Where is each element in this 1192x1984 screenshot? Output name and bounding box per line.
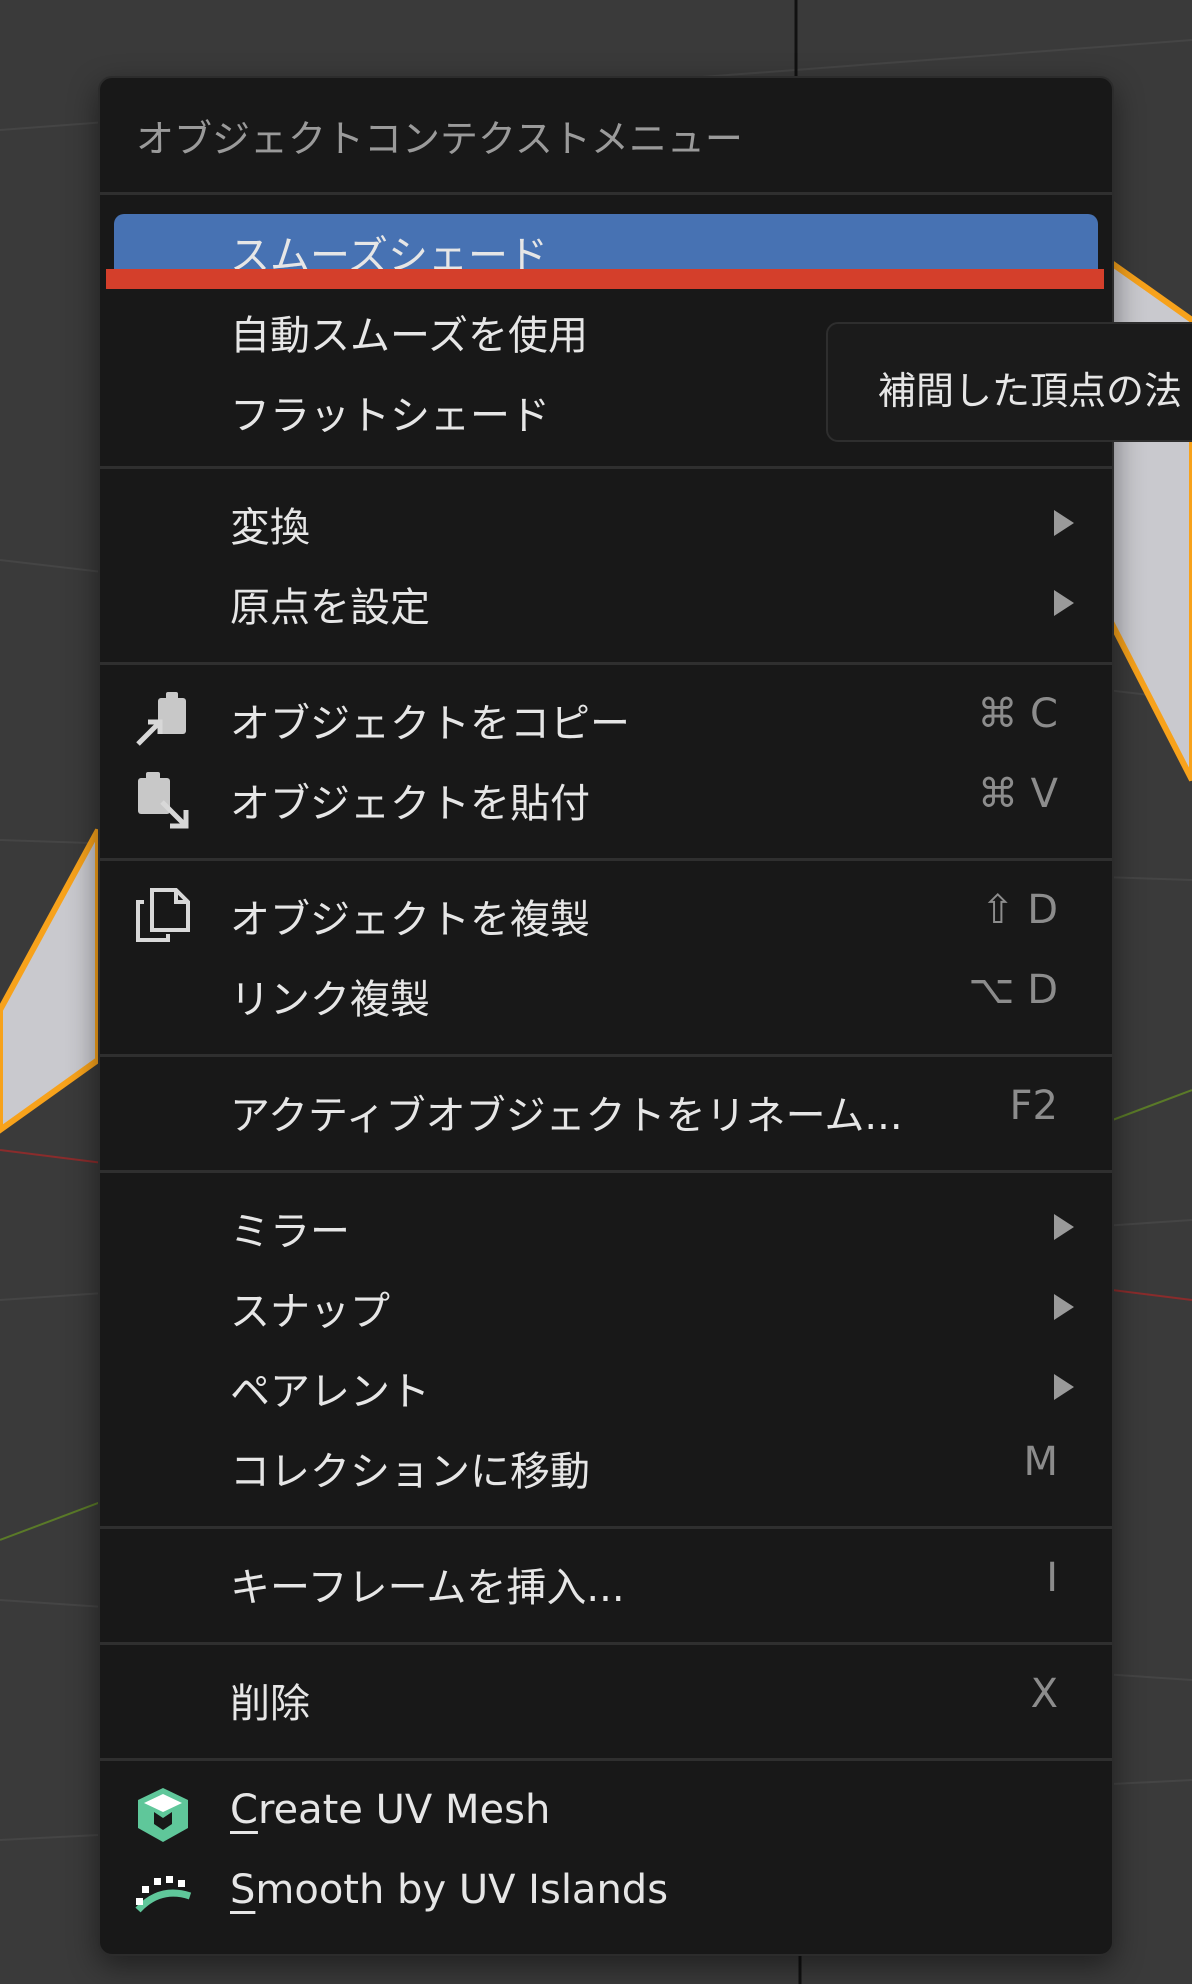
menu-item-label: フラットシェード bbox=[230, 393, 550, 439]
menu-title: オブジェクトコンテクストメニュー bbox=[136, 117, 743, 161]
shortcut-label: ⌘ V bbox=[977, 771, 1058, 817]
label-rest: reate UV Mesh bbox=[257, 1787, 551, 1833]
menu-separator bbox=[100, 1170, 1112, 1173]
copy-to-buffer-icon bbox=[136, 692, 186, 746]
menu-item-paste-objects[interactable]: オブジェクトを貼付 ⌘ V bbox=[114, 762, 1098, 832]
menu-item-label: アクティブオブジェクトをリネーム... bbox=[230, 1093, 903, 1139]
menu-separator bbox=[100, 1642, 1112, 1645]
menu-item-label: 原点を設定 bbox=[230, 585, 430, 631]
menu-item-parent[interactable]: ペアレント bbox=[114, 1350, 1098, 1420]
menu-separator bbox=[100, 1758, 1112, 1761]
menu-item-label: オブジェクトを貼付 bbox=[230, 781, 590, 827]
menu-item-label: 変換 bbox=[230, 505, 310, 551]
menu-item-label: Create UV Mesh bbox=[230, 1787, 550, 1833]
menu-item-label: ミラー bbox=[230, 1209, 350, 1255]
menu-item-label: オブジェクトを複製 bbox=[230, 897, 590, 943]
menu-separator bbox=[100, 1054, 1112, 1057]
menu-item-label: キーフレームを挿入... bbox=[230, 1565, 625, 1611]
menu-item-mirror[interactable]: ミラー bbox=[114, 1190, 1098, 1260]
tooltip: 補間した頂点の法 bbox=[826, 322, 1192, 442]
menu-item-label: リンク複製 bbox=[230, 977, 430, 1023]
shortcut-label: X bbox=[1030, 1671, 1058, 1717]
uv-islands-addon-icon bbox=[135, 1876, 192, 1913]
menu-item-convert[interactable]: 変換 bbox=[114, 486, 1098, 556]
submenu-arrow-icon bbox=[1054, 1294, 1074, 1320]
menu-item-label: 削除 bbox=[230, 1681, 310, 1727]
shortcut-label: ⌥ D bbox=[968, 967, 1058, 1013]
shortcut-label: F2 bbox=[1009, 1083, 1058, 1129]
menu-item-label: コレクションに移動 bbox=[230, 1449, 590, 1495]
menu-item-duplicate-linked[interactable]: リンク複製 ⌥ D bbox=[114, 958, 1098, 1028]
shortcut-label: ⇧ D bbox=[980, 887, 1058, 933]
menu-separator bbox=[100, 192, 1112, 195]
menu-item-move-to-collection[interactable]: コレクションに移動 M bbox=[114, 1430, 1098, 1500]
menu-separator bbox=[100, 1526, 1112, 1529]
menu-item-label: 自動スムーズを使用 bbox=[230, 313, 588, 359]
menu-item-rename-active[interactable]: アクティブオブジェクトをリネーム... F2 bbox=[114, 1074, 1098, 1144]
annotation-highlight-bar bbox=[106, 269, 1104, 289]
label-rest: mooth by UV Islands bbox=[255, 1867, 669, 1913]
menu-item-label: Smooth by UV Islands bbox=[230, 1867, 668, 1913]
menu-item-label: オブジェクトをコピー bbox=[230, 701, 630, 747]
menu-item-label: スナップ bbox=[230, 1289, 390, 1335]
menu-item-copy-objects[interactable]: オブジェクトをコピー ⌘ C bbox=[114, 682, 1098, 752]
uv-mesh-addon-icon bbox=[138, 1788, 188, 1842]
menu-separator bbox=[100, 858, 1112, 861]
submenu-arrow-icon bbox=[1054, 510, 1074, 536]
duplicate-icon bbox=[136, 888, 190, 942]
shortcut-label: I bbox=[1046, 1555, 1058, 1601]
menu-item-duplicate-objects[interactable]: オブジェクトを複製 ⇧ D bbox=[114, 878, 1098, 948]
shortcut-label: M bbox=[1023, 1439, 1058, 1485]
submenu-arrow-icon bbox=[1054, 1374, 1074, 1400]
submenu-arrow-icon bbox=[1054, 1214, 1074, 1240]
tooltip-text: 補間した頂点の法 bbox=[878, 369, 1183, 413]
hotkey-letter: S bbox=[230, 1867, 256, 1913]
menu-item-create-uv-mesh[interactable]: Create UV Mesh bbox=[114, 1778, 1098, 1848]
hotkey-letter: C bbox=[230, 1787, 258, 1833]
menu-item-snap[interactable]: スナップ bbox=[114, 1270, 1098, 1340]
paste-from-buffer-icon bbox=[138, 772, 189, 829]
shortcut-label: ⌘ C bbox=[977, 691, 1058, 737]
menu-item-delete[interactable]: 削除 X bbox=[114, 1662, 1098, 1732]
menu-item-insert-keyframe[interactable]: キーフレームを挿入... I bbox=[114, 1546, 1098, 1616]
menu-separator bbox=[100, 466, 1112, 469]
menu-item-label: ペアレント bbox=[230, 1369, 430, 1415]
menu-separator bbox=[100, 662, 1112, 665]
menu-item-smooth-by-uv-islands[interactable]: Smooth by UV Islands bbox=[114, 1858, 1098, 1928]
submenu-arrow-icon bbox=[1054, 590, 1074, 616]
menu-item-set-origin[interactable]: 原点を設定 bbox=[114, 566, 1098, 636]
